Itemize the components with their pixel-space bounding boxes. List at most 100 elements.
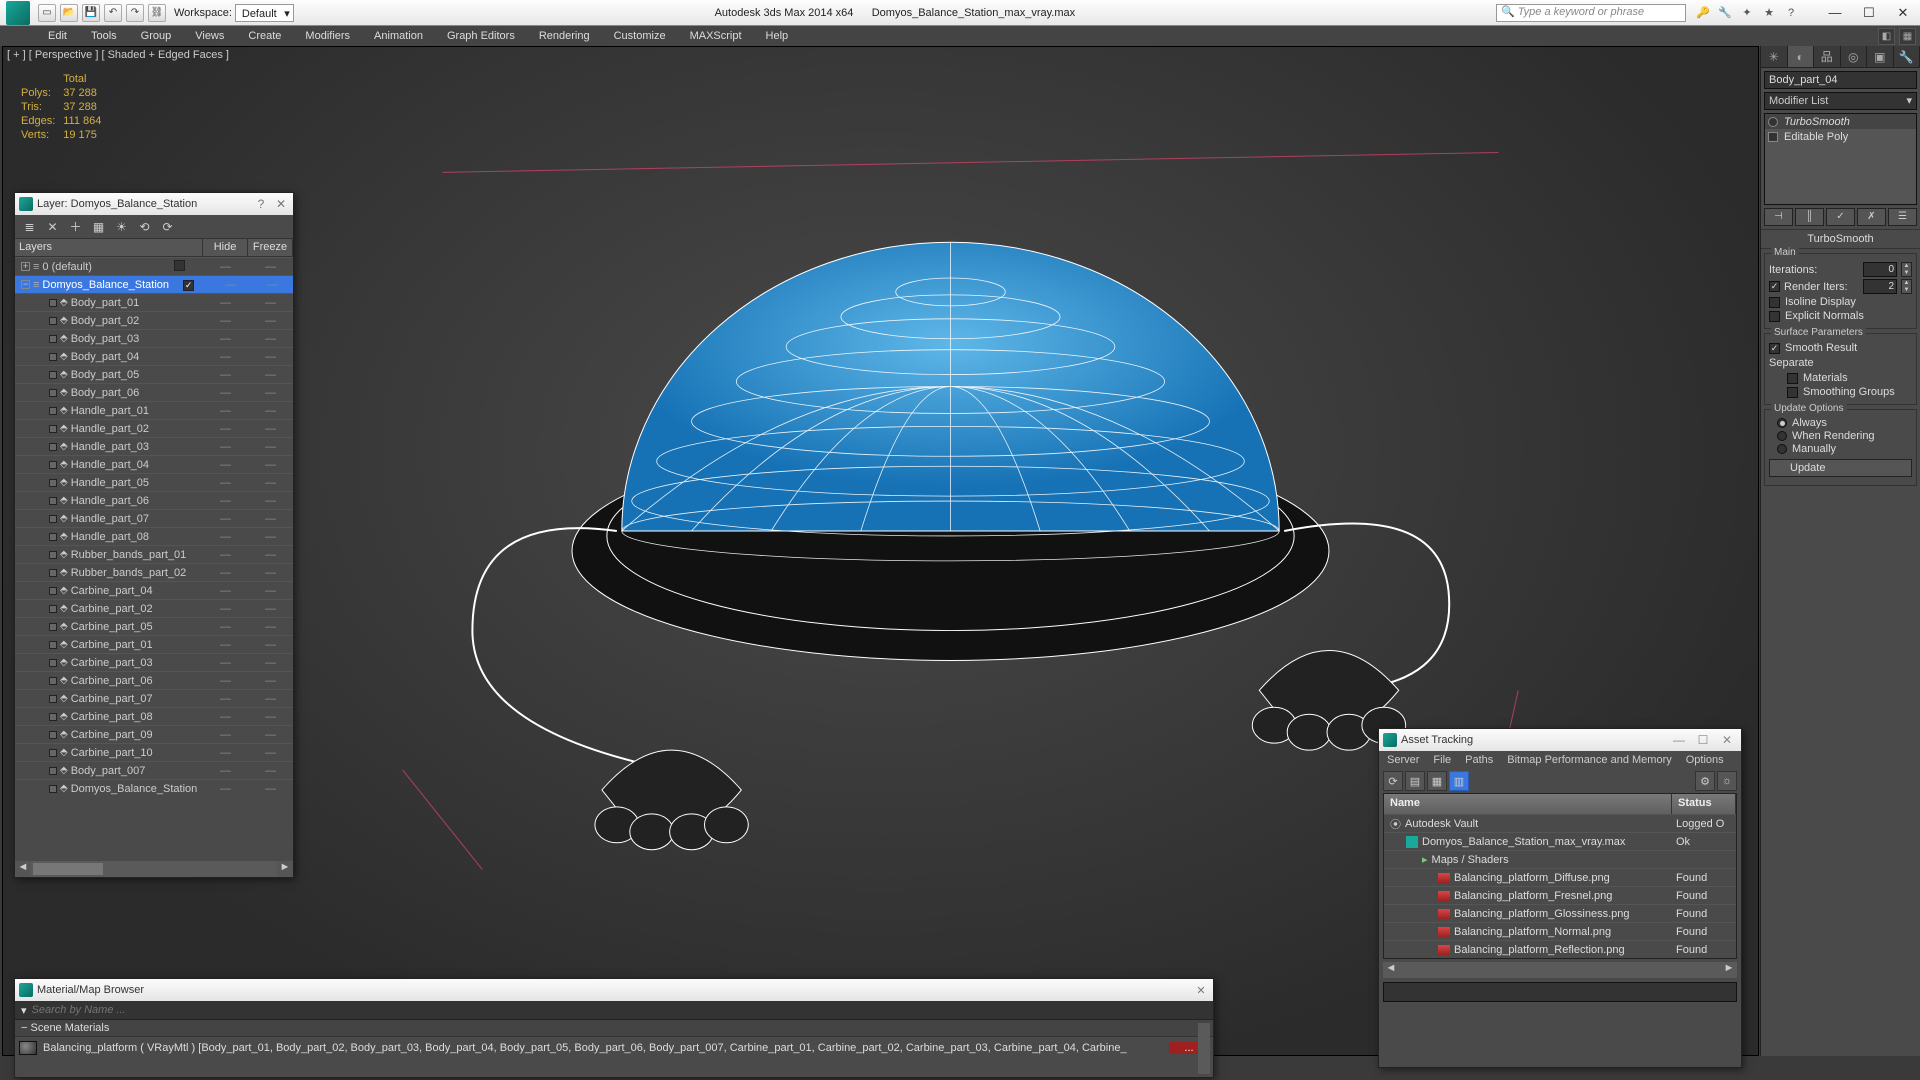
asset-view3-icon[interactable]: ▥ — [1449, 771, 1469, 791]
separate-groups-checkbox[interactable]: Smoothing Groups — [1769, 386, 1912, 398]
col-layers[interactable]: Layers — [15, 239, 203, 256]
menu-rendering[interactable]: Rendering — [527, 26, 602, 46]
mat-search-menu-icon[interactable]: ▾ — [21, 1004, 27, 1017]
toolbar-redo-icon[interactable]: ↷ — [126, 4, 144, 22]
material-swatch-icon[interactable] — [19, 1041, 37, 1055]
asset-menu-bitmap-performance-and-memory[interactable]: Bitmap Performance and Memory — [1507, 754, 1671, 766]
asset-row[interactable]: Balancing_platform_Reflection.pngFound — [1384, 940, 1736, 958]
mat-close-button[interactable]: ✕ — [1193, 984, 1209, 997]
update-manually-radio[interactable]: Manually — [1769, 443, 1912, 455]
tab-hierarchy-icon[interactable]: 品 — [1814, 46, 1841, 67]
isoline-checkbox[interactable]: Isoline Display — [1769, 296, 1912, 308]
asset-row[interactable]: Domyos_Balance_Station_max_vray.maxOk — [1384, 832, 1736, 850]
layer-row[interactable]: ⬘Rubber_bands_part_01—— — [15, 545, 293, 563]
toolbar-undo-icon[interactable]: ↶ — [104, 4, 122, 22]
render-iters-spinner[interactable]: 2 — [1863, 279, 1897, 294]
asset-options1-icon[interactable]: ⚙ — [1695, 771, 1715, 791]
asset-path-input[interactable] — [1383, 982, 1737, 1002]
asset-minimize-button[interactable]: — — [1669, 733, 1689, 747]
separate-materials-checkbox[interactable]: Materials — [1769, 372, 1912, 384]
mat-search-input[interactable] — [32, 1004, 1207, 1016]
subscription-icon[interactable]: 🔧 — [1716, 4, 1734, 22]
asset-menu-paths[interactable]: Paths — [1465, 754, 1493, 766]
rollout-turbosmooth[interactable]: TurboSmooth — [1761, 229, 1920, 249]
asset-menu-options[interactable]: Options — [1686, 754, 1724, 766]
close-button[interactable]: ✕ — [1886, 2, 1920, 24]
select-layer-icon[interactable]: ▦ — [90, 218, 107, 235]
asset-menu-server[interactable]: Server — [1387, 754, 1419, 766]
new-layer-icon[interactable]: ≣ — [21, 218, 38, 235]
menu-modifiers[interactable]: Modifiers — [293, 26, 362, 46]
layer-row[interactable]: ⬘Carbine_part_05—— — [15, 617, 293, 635]
layer-row[interactable]: ⬘Carbine_part_04—— — [15, 581, 293, 599]
tab-modify-icon[interactable]: ◐ — [1788, 46, 1815, 67]
layer-row[interactable]: ⬘Body_part_01—— — [15, 293, 293, 311]
layer-row[interactable]: −≡Domyos_Balance_Station—— — [15, 275, 293, 293]
asset-row[interactable]: Balancing_platform_Normal.pngFound — [1384, 922, 1736, 940]
menu-create[interactable]: Create — [236, 26, 293, 46]
update-button[interactable]: Update — [1769, 459, 1912, 477]
menu-views[interactable]: Views — [183, 26, 236, 46]
col-hide[interactable]: Hide — [203, 239, 248, 256]
menu-tools[interactable]: Tools — [79, 26, 129, 46]
modifier-list-dropdown[interactable]: Modifier List — [1764, 92, 1917, 110]
menu-group[interactable]: Group — [129, 26, 184, 46]
asset-row[interactable]: ▸Maps / Shaders — [1384, 850, 1736, 868]
layer-row[interactable]: ⬘Handle_part_03—— — [15, 437, 293, 455]
selected-object-name[interactable]: Body_part_04 — [1764, 71, 1917, 89]
menu-maxscript[interactable]: MAXScript — [678, 26, 754, 46]
layer-row[interactable]: ⬘Handle_part_08—— — [15, 527, 293, 545]
asset-view2-icon[interactable]: ▦ — [1427, 771, 1447, 791]
layer-row[interactable]: ⬘Handle_part_02—— — [15, 419, 293, 437]
layer-row[interactable]: ⬘Carbine_part_08—— — [15, 707, 293, 725]
asset-refresh-icon[interactable]: ⟳ — [1383, 771, 1403, 791]
tab-create-icon[interactable]: ✳ — [1761, 46, 1788, 67]
layer-row[interactable]: ⬘Body_part_06—— — [15, 383, 293, 401]
infocenter-icon[interactable]: 🔑 — [1694, 4, 1712, 22]
layer-row[interactable]: ⬘Carbine_part_03—— — [15, 653, 293, 671]
mat-item-row[interactable]: Balancing_platform ( VRayMtl ) [Body_par… — [15, 1037, 1213, 1059]
asset-options2-icon[interactable]: ☼ — [1717, 771, 1737, 791]
smooth-result-checkbox[interactable]: ✓Smooth Result — [1769, 342, 1912, 354]
freeze-layer-icon[interactable]: ⟳ — [159, 218, 176, 235]
modifier-turbosmooth[interactable]: TurboSmooth — [1765, 114, 1916, 129]
toolbar-new-icon[interactable]: ▭ — [38, 4, 56, 22]
make-unique-icon[interactable]: ✓ — [1826, 208, 1855, 226]
asset-maximize-button[interactable]: ☐ — [1693, 733, 1713, 747]
minimize-button[interactable]: — — [1818, 2, 1852, 24]
layer-list[interactable]: +≡0 (default)——−≡Domyos_Balance_Station—… — [15, 257, 293, 861]
show-result-icon[interactable]: ║ — [1795, 208, 1824, 226]
layer-row[interactable]: ⬘Handle_part_04—— — [15, 455, 293, 473]
asset-h-scrollbar[interactable]: ◄► — [1383, 962, 1737, 978]
layer-row[interactable]: ⬘Body_part_03—— — [15, 329, 293, 347]
layer-help-button[interactable]: ? — [253, 197, 269, 211]
layer-row[interactable]: ⬘Handle_part_07—— — [15, 509, 293, 527]
menu-help[interactable]: Help — [754, 26, 801, 46]
asset-row[interactable]: Balancing_platform_Glossiness.pngFound — [1384, 904, 1736, 922]
layer-row[interactable]: ⬘Carbine_part_09—— — [15, 725, 293, 743]
asset-row[interactable]: Balancing_platform_Diffuse.pngFound — [1384, 868, 1736, 886]
col-name[interactable]: Name — [1384, 794, 1672, 814]
modifier-editable-poly[interactable]: Editable Poly — [1765, 129, 1916, 144]
modifier-stack[interactable]: TurboSmooth Editable Poly — [1764, 113, 1917, 205]
delete-layer-icon[interactable]: ✕ — [44, 218, 61, 235]
layer-row[interactable]: ⬘Handle_part_05—— — [15, 473, 293, 491]
asset-row[interactable]: Balancing_platform_Fresnel.pngFound — [1384, 886, 1736, 904]
help-icon[interactable]: ? — [1782, 4, 1800, 22]
menu-customize[interactable]: Customize — [602, 26, 678, 46]
layer-h-scrollbar[interactable]: ◄► — [15, 861, 293, 877]
toolbar-save-icon[interactable]: 💾 — [82, 4, 100, 22]
iterations-spinner[interactable]: 0 — [1863, 262, 1897, 277]
layer-row[interactable]: ⬘Domyos_Balance_Station—— — [15, 779, 293, 797]
layer-row[interactable]: ⬘Carbine_part_01—— — [15, 635, 293, 653]
exchange-icon[interactable]: ✦ — [1738, 4, 1756, 22]
menu-edit[interactable]: Edit — [36, 26, 79, 46]
explicit-normals-checkbox[interactable]: Explicit Normals — [1769, 310, 1912, 322]
layer-row[interactable]: ⬘Carbine_part_10—— — [15, 743, 293, 761]
asset-close-button[interactable]: ✕ — [1717, 733, 1737, 747]
asset-view1-icon[interactable]: ▤ — [1405, 771, 1425, 791]
hide-layer-icon[interactable]: ⟲ — [136, 218, 153, 235]
help-search-input[interactable]: Type a keyword or phrase — [1496, 4, 1686, 22]
toolbar-link-icon[interactable]: ⛓ — [148, 4, 166, 22]
favorites-icon[interactable]: ★ — [1760, 4, 1778, 22]
